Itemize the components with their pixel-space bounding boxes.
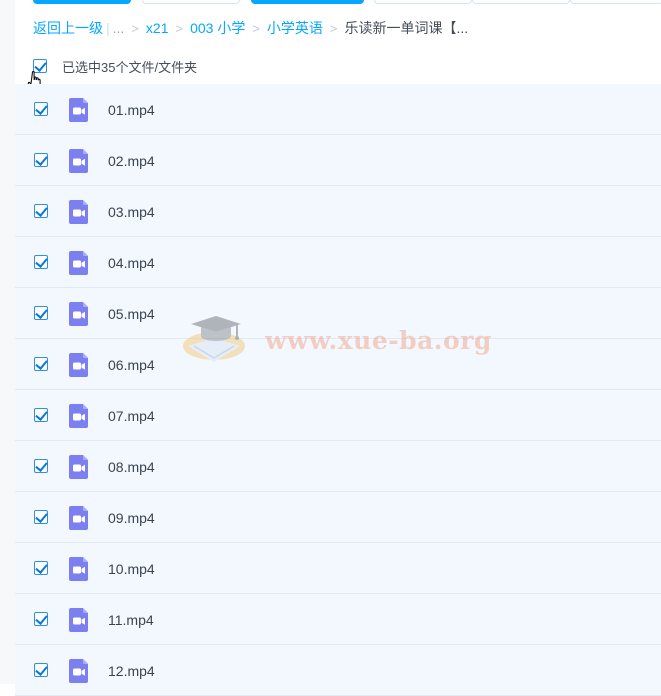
toolbar-button-5[interactable] [570,0,661,4]
file-checkbox[interactable] [34,408,48,422]
file-row[interactable]: 04.mp4 [15,237,661,288]
breadcrumb: 返回上一级 | ... > x21 > 003 小学 > 小学英语 > 乐读新一… [33,18,468,38]
file-row[interactable]: 08.mp4 [15,441,661,492]
breadcrumb-separator: > [175,20,184,36]
file-checkbox[interactable] [34,102,48,116]
file-name[interactable]: 11.mp4 [108,610,154,630]
breadcrumb-current: 乐读新一单词课【... [344,20,469,36]
file-row[interactable]: 12.mp4 [15,645,661,696]
file-name[interactable]: 08.mp4 [108,457,155,477]
video-file-icon [69,302,88,326]
file-list: 01.mp4 02.mp4 03.mp4 04.mp4 05.mp4 06.mp… [15,84,661,696]
file-name[interactable]: 03.mp4 [108,202,155,222]
toolbar-button-4[interactable] [472,0,570,4]
file-row[interactable]: 03.mp4 [15,186,661,237]
selection-count-label: 已选中35个文件/文件夹 [62,59,198,75]
file-row[interactable]: 05.mp4 [15,288,661,339]
toolbar-remnant [0,0,661,6]
breadcrumb-separator: > [252,20,260,36]
file-checkbox[interactable] [34,612,48,626]
video-file-icon [69,98,88,122]
file-checkbox[interactable] [34,255,48,269]
video-file-icon [69,608,88,632]
file-name[interactable]: 12.mp4 [108,661,155,681]
video-file-icon [69,404,88,428]
left-gutter [0,0,15,684]
breadcrumb-item-x21[interactable]: x21 [146,20,169,36]
file-row[interactable]: 06.mp4 [15,339,661,390]
toolbar-button-3[interactable] [374,0,472,4]
video-file-icon [69,659,88,683]
breadcrumb-separator: > [131,20,139,36]
video-file-icon [69,251,88,275]
file-checkbox[interactable] [34,663,48,677]
file-name[interactable]: 10.mp4 [108,559,155,579]
file-row[interactable]: 11.mp4 [15,594,661,645]
breadcrumb-separator: > [329,20,338,36]
breadcrumb-item-003[interactable]: 003 小学 [190,18,245,38]
toolbar-button-primary[interactable] [33,0,131,4]
file-row[interactable]: 07.mp4 [15,390,661,441]
video-file-icon [69,557,88,581]
file-name[interactable]: 01.mp4 [108,100,155,120]
file-checkbox[interactable] [34,204,48,218]
file-name[interactable]: 09.mp4 [108,508,155,528]
breadcrumb-item-english[interactable]: 小学英语 [267,18,323,38]
toolbar-button-primary-2[interactable] [251,0,364,4]
file-checkbox[interactable] [34,306,48,320]
file-name[interactable]: 05.mp4 [108,304,155,324]
file-row[interactable]: 01.mp4 [15,84,661,135]
file-checkbox[interactable] [34,153,48,167]
video-file-icon [69,149,88,173]
video-file-icon [69,353,88,377]
breadcrumb-back-link[interactable]: 返回上一级 [33,18,103,38]
video-file-icon [69,506,88,530]
file-name[interactable]: 04.mp4 [108,253,155,273]
file-name[interactable]: 02.mp4 [108,151,155,171]
file-checkbox[interactable] [34,510,48,524]
file-name[interactable]: 06.mp4 [108,355,155,375]
video-file-icon [69,455,88,479]
video-file-icon [69,200,88,224]
breadcrumb-divider: | [106,20,110,36]
file-checkbox[interactable] [34,561,48,575]
select-all-bar: 已选中35个文件/文件夹 [33,55,197,77]
file-name[interactable]: 07.mp4 [108,406,155,426]
breadcrumb-ellipsis[interactable]: ... [113,20,125,36]
file-row[interactable]: 10.mp4 [15,543,661,594]
file-checkbox[interactable] [34,459,48,473]
file-row[interactable]: 09.mp4 [15,492,661,543]
toolbar-button-secondary[interactable] [142,0,240,4]
file-row[interactable]: 02.mp4 [15,135,661,186]
file-checkbox[interactable] [34,357,48,371]
